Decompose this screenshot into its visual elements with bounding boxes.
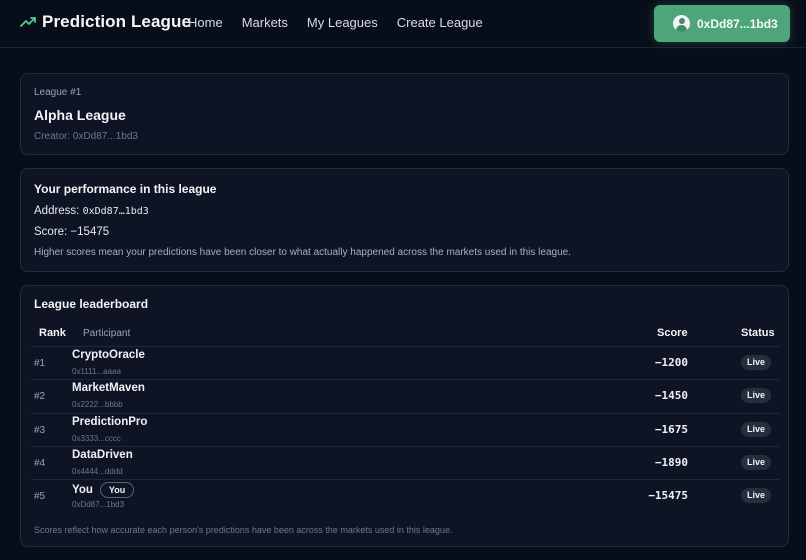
user-avatar-icon [673, 15, 690, 32]
league-info-card: League #1 Alpha League Creator: 0xDd87..… [20, 73, 789, 155]
participant-score: −15475 [648, 489, 688, 502]
status-badge: Live [741, 388, 772, 403]
table-row[interactable]: #5 You You 0xDd87...1bd3 −15475 Live [31, 479, 780, 512]
participant-name: You You [72, 482, 135, 498]
participant-score: −1675 [654, 423, 688, 436]
league-number: League #1 [34, 87, 82, 98]
participant-address: 0x4444...dddd [72, 467, 123, 476]
performance-title: Your performance in this league [34, 182, 217, 196]
participant-score: −1450 [654, 389, 688, 402]
status-badge: Live [741, 455, 772, 470]
main-nav: Home Markets My Leagues Create League [188, 15, 502, 30]
status-badge: Live [741, 422, 772, 437]
participant-name: DataDriven [72, 449, 133, 461]
column-header-score: Score [657, 327, 688, 339]
participant-score: −1200 [654, 356, 688, 369]
nav-markets[interactable]: Markets [242, 15, 288, 30]
participant-address: 0x1111...aaaa [72, 367, 121, 376]
league-name: Alpha League [34, 107, 126, 123]
row-rank: #5 [34, 491, 46, 502]
you-badge: You [99, 482, 135, 498]
wallet-address: 0xDd87...1bd3 [697, 16, 778, 31]
participant-score: −1890 [654, 456, 688, 469]
trending-up-icon [20, 14, 36, 30]
table-row[interactable]: #3 PredictionPro 0x3333...cccc −1675 Liv… [31, 413, 780, 446]
participant-name: PredictionPro [72, 416, 147, 428]
performance-address: Address: 0xDd87…1bd3 [34, 205, 149, 217]
row-rank: #4 [34, 458, 46, 469]
participant-address: 0x2222...bbbb [72, 400, 123, 409]
nav-home[interactable]: Home [188, 15, 223, 30]
participant-name-text: PredictionPro [72, 416, 148, 428]
status-badge: Live [741, 488, 772, 503]
table-row[interactable]: #4 DataDriven 0x4444...dddd −1890 Live [31, 446, 780, 479]
row-rank: #3 [34, 425, 46, 436]
participant-name-text: DataDriven [72, 449, 133, 461]
address-value: 0xDd87…1bd3 [82, 206, 149, 217]
participant-name-text: MarketMaven [72, 382, 145, 394]
row-rank: #2 [34, 391, 46, 402]
participant-name-text: CryptoOracle [72, 349, 145, 361]
column-header-participant: Participant [83, 328, 131, 339]
top-navbar: Prediction League Home Markets My League… [0, 0, 806, 48]
row-rank: #1 [34, 358, 46, 369]
nav-create-league[interactable]: Create League [397, 15, 483, 30]
league-creator: Creator: 0xDd87...1bd3 [34, 131, 138, 142]
participant-name-text: You [72, 484, 93, 496]
participant-address: 0x3333...cccc [72, 434, 121, 443]
brand[interactable]: Prediction League [20, 12, 191, 32]
performance-score: Score: −15475 [34, 226, 110, 238]
leaderboard-card: League leaderboard Rank Participant Scor… [20, 285, 789, 547]
table-row[interactable]: #2 MarketMaven 0x2222...bbbb −1450 Live [31, 379, 780, 412]
column-header-status: Status [741, 327, 775, 339]
performance-card: Your performance in this league Address:… [20, 168, 789, 272]
status-badge: Live [741, 355, 772, 370]
wallet-button[interactable]: 0xDd87...1bd3 [654, 5, 790, 42]
performance-note: Higher scores mean your predictions have… [34, 247, 571, 258]
leaderboard-title: League leaderboard [34, 297, 149, 311]
column-header-rank: Rank [39, 327, 66, 339]
address-label: Address: [34, 205, 80, 217]
brand-title: Prediction League [42, 12, 192, 31]
nav-my-leagues[interactable]: My Leagues [307, 15, 378, 30]
participant-name: MarketMaven [72, 382, 145, 394]
leaderboard-footer-note: Scores reflect how accurate each person'… [34, 525, 453, 535]
table-row[interactable]: #1 CryptoOracle 0x1111...aaaa −1200 Live [31, 346, 780, 379]
participant-address: 0xDd87...1bd3 [72, 500, 125, 509]
participant-name: CryptoOracle [72, 349, 145, 361]
